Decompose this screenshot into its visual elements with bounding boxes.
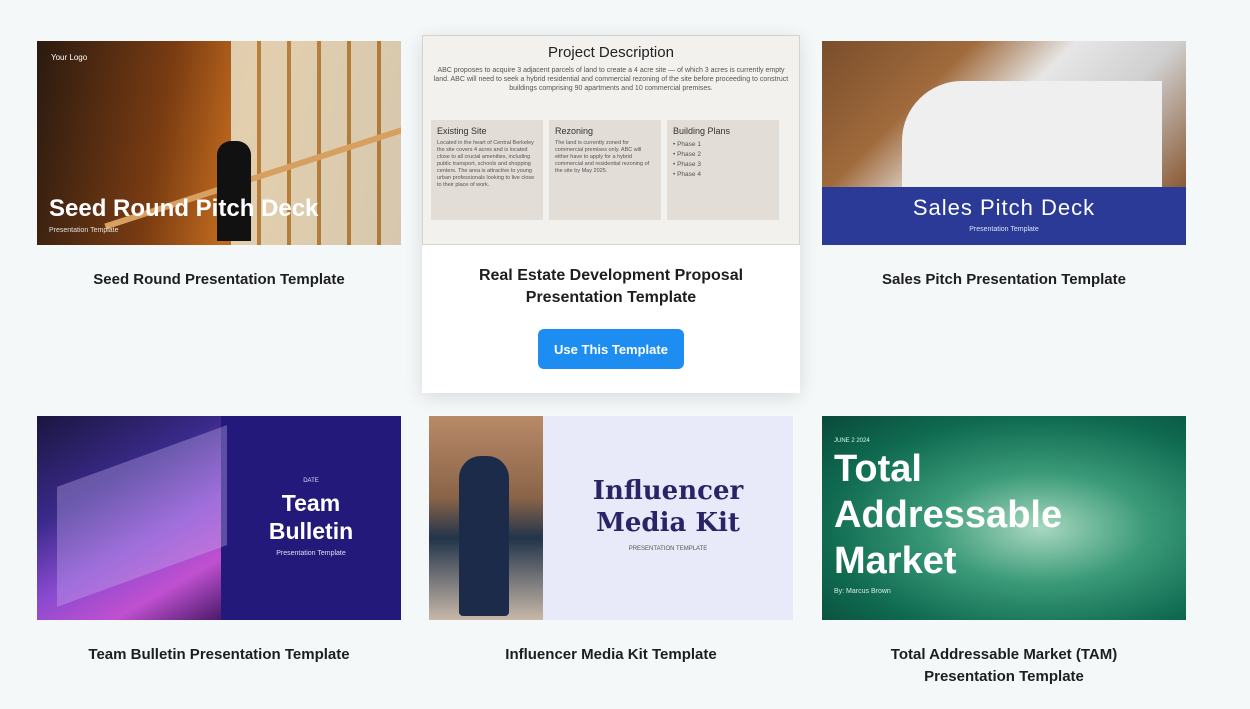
- template-thumbnail[interactable]: Project Description ABC proposes to acqu…: [422, 35, 800, 245]
- template-card-sales-pitch[interactable]: Sales Pitch Deck Presentation Template S…: [822, 41, 1186, 291]
- thumbnail-description: ABC proposes to acquire 3 adjacent parce…: [433, 67, 789, 92]
- thumbnail-heading-line1: Team: [281, 490, 341, 516]
- template-thumbnail[interactable]: Sales Pitch Deck Presentation Template: [822, 41, 1186, 245]
- template-title[interactable]: Seed Round Presentation Template: [37, 269, 401, 291]
- template-thumbnail[interactable]: Influencer Media Kit PRESENTATION TEMPLA…: [429, 416, 793, 620]
- thumbnail-heading: Sales Pitch Deck: [912, 195, 1096, 220]
- thumbnail-person-silhouette: [217, 141, 251, 241]
- thumbnail-subheading: PRESENTATION TEMPLATE: [628, 546, 708, 552]
- template-thumbnail[interactable]: Your Logo Seed Round Pitch Deck Presenta…: [37, 41, 401, 245]
- box-heading: Building Plans: [673, 126, 731, 136]
- thumbnail-heading-line1: Influencer: [592, 476, 744, 506]
- template-card-team-bulletin[interactable]: DATE Team Bulletin Presentation Template…: [37, 416, 401, 666]
- thumbnail-heading-line2: Bulletin: [268, 518, 354, 544]
- thumbnail-person: [459, 456, 509, 616]
- thumbnail-heading: Project Description: [548, 44, 674, 61]
- template-card-tam[interactable]: JUNE 2 2024 Total Addressable Market By:…: [822, 416, 1186, 688]
- thumbnail-logo: Your Logo: [51, 53, 88, 62]
- thumbnail-heading-line2: Addressable: [834, 494, 1063, 536]
- thumbnail-box-rezoning: Rezoning The land is currently zoned for…: [549, 120, 661, 220]
- box-heading: Existing Site: [437, 126, 487, 136]
- template-card-influencer-media-kit[interactable]: Influencer Media Kit PRESENTATION TEMPLA…: [429, 416, 793, 666]
- box-body: • Phase 1 • Phase 2 • Phase 3 • Phase 4: [673, 141, 701, 178]
- template-thumbnail[interactable]: DATE Team Bulletin Presentation Template: [37, 416, 401, 620]
- template-grid: Your Logo Seed Round Pitch Deck Presenta…: [0, 0, 1250, 709]
- template-title[interactable]: Sales Pitch Presentation Template: [822, 269, 1186, 291]
- thumbnail-author: By: Marcus Brown: [834, 588, 891, 595]
- thumbnail-date: JUNE 2 2024: [834, 438, 870, 444]
- use-template-button[interactable]: Use This Template: [538, 329, 684, 369]
- box-body: Located in the heart of Central Berkeley…: [437, 140, 535, 188]
- template-card-seed-round[interactable]: Your Logo Seed Round Pitch Deck Presenta…: [37, 41, 401, 291]
- thumbnail-date: DATE: [303, 478, 319, 484]
- box-body: The land is currently zoned for commerci…: [555, 140, 650, 174]
- template-title[interactable]: Influencer Media Kit Template: [429, 644, 793, 666]
- thumbnail-subheading: Presentation Template: [49, 227, 119, 234]
- box-heading: Rezoning: [555, 126, 594, 136]
- template-thumbnail[interactable]: JUNE 2 2024 Total Addressable Market By:…: [822, 416, 1186, 620]
- thumbnail-box-existing-site: Existing Site Located in the heart of Ce…: [431, 120, 543, 220]
- thumbnail-subheading: Presentation Template: [276, 550, 346, 557]
- template-card-real-estate[interactable]: Project Description ABC proposes to acqu…: [422, 35, 800, 393]
- template-title[interactable]: Total Addressable Market (TAM) Presentat…: [822, 644, 1186, 688]
- thumbnail-subheading: Presentation Template: [969, 226, 1039, 233]
- template-title[interactable]: Real Estate Development Proposal Present…: [422, 265, 800, 309]
- thumbnail-box-building-plans: Building Plans • Phase 1 • Phase 2 • Pha…: [667, 120, 779, 220]
- thumbnail-heading-line3: Market: [834, 540, 957, 582]
- thumbnail-table: [902, 81, 1162, 191]
- template-title[interactable]: Team Bulletin Presentation Template: [37, 644, 401, 666]
- thumbnail-heading-line2: Media Kit: [596, 508, 740, 538]
- thumbnail-heading-line1: Total: [834, 448, 922, 490]
- thumbnail-heading: Seed Round Pitch Deck: [49, 195, 319, 222]
